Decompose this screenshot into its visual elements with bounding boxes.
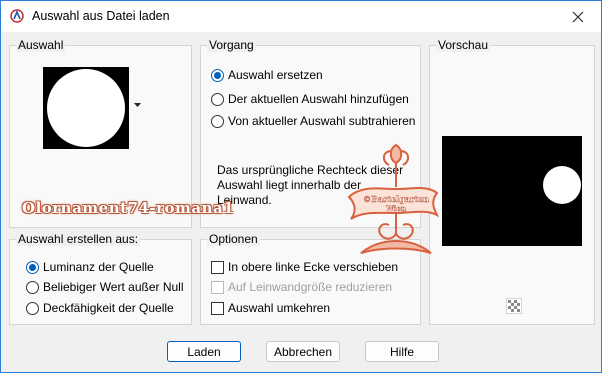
radio-label: Auswahl ersetzen xyxy=(228,68,323,82)
stamp-line-1: ©Bastelgarten xyxy=(363,194,429,204)
radio-beliebiger-wert[interactable]: Beliebiger Wert außer Null xyxy=(26,280,184,294)
checkbox-box xyxy=(211,280,224,294)
radio-label: Von aktueller Auswahl subtrahieren xyxy=(228,114,416,128)
checkbox-box xyxy=(211,301,224,315)
radio-auswahl-ersetzen[interactable]: Auswahl ersetzen xyxy=(211,68,323,82)
vorschau-group: Vorschau xyxy=(429,38,595,325)
dialog-window: Auswahl aus Datei laden Auswahl Vorgang … xyxy=(0,0,602,373)
ornament-stamp: ©Bastelgarten Wien xyxy=(347,143,440,254)
checkbox-label: Auf Leinwandgröße reduzieren xyxy=(228,280,393,294)
radio-indicator xyxy=(211,114,224,128)
transparency-checker-icon[interactable] xyxy=(506,298,522,314)
radio-indicator xyxy=(26,280,39,294)
info-line-2: Auswahl liegt innerhalb der xyxy=(217,178,362,192)
radio-auswahl-hinzufuegen[interactable]: Der aktuellen Auswahl hinzufügen xyxy=(211,92,409,106)
radio-luminanz[interactable]: Luminanz der Quelle xyxy=(26,260,154,274)
preview-canvas xyxy=(442,136,582,246)
close-button[interactable] xyxy=(555,1,601,32)
auswahl-group-label: Auswahl xyxy=(16,38,66,52)
preview-circle xyxy=(543,166,581,204)
stamp-line-2: Wien xyxy=(385,204,406,213)
radio-label: Beliebiger Wert außer Null xyxy=(43,280,184,294)
hilfe-button[interactable]: Hilfe xyxy=(365,341,439,362)
radio-label: Luminanz der Quelle xyxy=(43,260,154,274)
window-title: Auswahl aus Datei laden xyxy=(32,9,170,23)
radio-deckfaehigkeit[interactable]: Deckfähigkeit der Quelle xyxy=(26,301,174,315)
radio-indicator xyxy=(211,92,224,106)
optionen-group-label: Optionen xyxy=(207,232,260,246)
radio-auswahl-subtrahieren[interactable]: Von aktueller Auswahl subtrahieren xyxy=(211,114,415,128)
radio-indicator xyxy=(26,260,39,274)
vorschau-group-label: Vorschau xyxy=(436,38,491,52)
check-leinwandgroesse: Auf Leinwandgröße reduzieren xyxy=(211,280,392,294)
title-bar: Auswahl aus Datei laden xyxy=(1,1,601,32)
checkbox-label: Auswahl umkehren xyxy=(228,301,331,315)
laden-button[interactable]: Laden xyxy=(167,341,241,362)
app-icon xyxy=(10,9,24,23)
erstellen-group-label: Auswahl erstellen aus: xyxy=(16,232,141,246)
watermark-text: Olornament74-romana1 xyxy=(22,199,235,217)
vorgang-group-label: Vorgang xyxy=(207,38,256,52)
radio-label: Deckfähigkeit der Quelle xyxy=(43,301,174,315)
chevron-down-icon[interactable] xyxy=(134,103,141,108)
check-auswahl-umkehren[interactable]: Auswahl umkehren xyxy=(211,301,330,315)
abbrechen-button[interactable]: Abbrechen xyxy=(266,341,340,362)
selection-thumbnail[interactable] xyxy=(43,67,129,149)
close-icon xyxy=(572,11,584,22)
radio-indicator xyxy=(211,68,224,82)
radio-label: Der aktuellen Auswahl hinzufügen xyxy=(228,92,409,106)
radio-indicator xyxy=(26,301,39,315)
checkbox-box xyxy=(211,260,224,274)
selection-circle xyxy=(47,69,125,147)
